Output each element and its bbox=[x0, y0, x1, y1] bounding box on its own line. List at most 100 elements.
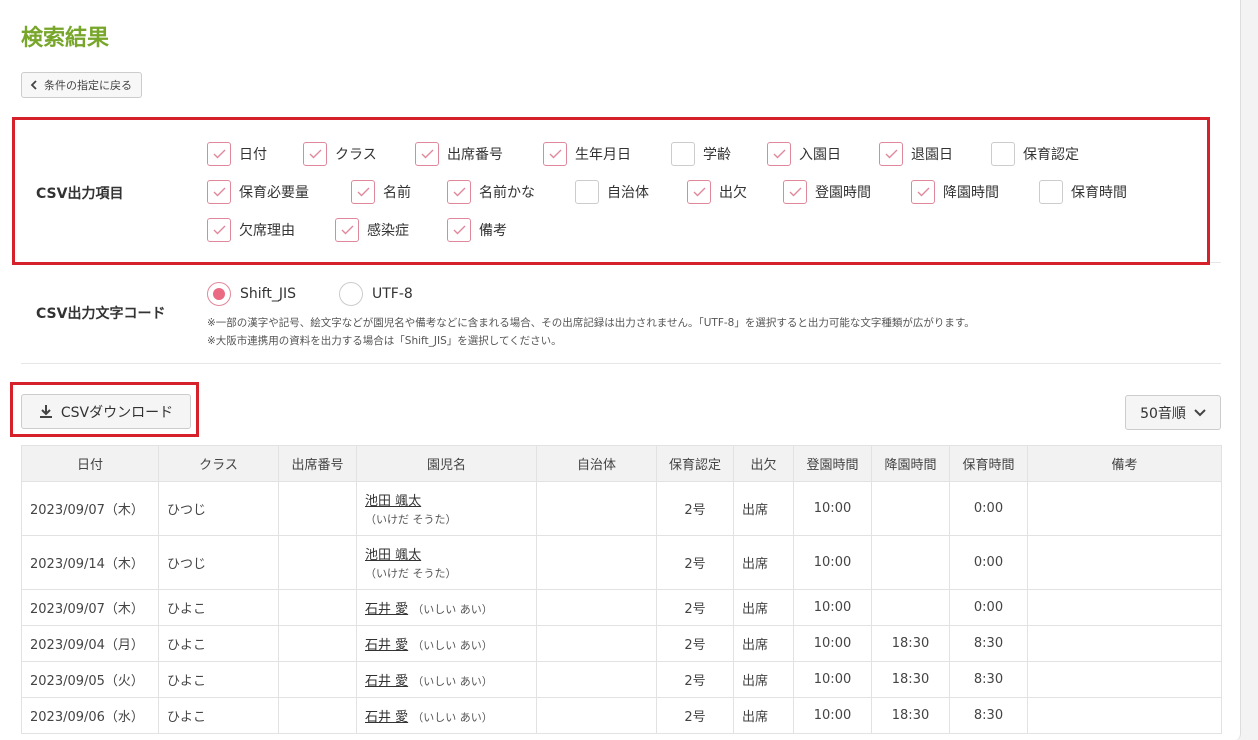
checkbox-empty-icon bbox=[1039, 180, 1063, 204]
csv-item-checkbox[interactable]: 学齢 bbox=[671, 142, 731, 166]
column-header: 降園時間 bbox=[871, 445, 950, 482]
csv-item-checkbox[interactable]: 欠席理由 bbox=[207, 218, 295, 242]
page-title: 検索結果 bbox=[21, 26, 110, 51]
cell-city bbox=[536, 661, 657, 698]
radio-dot bbox=[207, 282, 231, 306]
child-name-kana: （いしい あい） bbox=[412, 603, 493, 616]
child-name-link[interactable]: 池田 颯太 bbox=[365, 548, 421, 563]
cell-arrival-time: 10:00 bbox=[793, 697, 872, 734]
cell-certification: 2号 bbox=[656, 625, 734, 662]
checkbox-label: 入園日 bbox=[799, 147, 841, 163]
checkbox-label: 学齢 bbox=[703, 147, 731, 163]
encoding-note-2: ※大阪市連携用の資料を出力する場合は「Shift_JIS」を選択してください。 bbox=[207, 335, 562, 347]
child-name-link[interactable]: 石井 愛 bbox=[365, 674, 408, 689]
csv-item-checkbox[interactable]: 出席番号 bbox=[415, 142, 503, 166]
checkbox-label: 感染症 bbox=[367, 223, 409, 239]
cell-departure-time: 18:30 bbox=[871, 697, 950, 734]
table-body: 2023/09/07（木） ひつじ 池田 颯太 （いけだ そうた） 2号 出席 10:00 0… bbox=[21, 481, 1222, 734]
csv-item-checkbox[interactable]: クラス bbox=[303, 142, 377, 166]
main-panel: 検索結果 条件の指定に戻る CSV出力項目 日付 クラス 出席番号 生年月日 学齢 入園日… bbox=[0, 0, 1241, 740]
csv-download-button[interactable]: CSVダウンロード bbox=[21, 394, 191, 429]
csv-item-checkbox[interactable]: 出欠 bbox=[687, 180, 747, 204]
checkbox-label: 降園時間 bbox=[943, 185, 999, 201]
csv-item-checkbox[interactable]: 保育必要量 bbox=[207, 180, 309, 204]
checkbox-label: 退園日 bbox=[911, 147, 953, 163]
checkbox-label: 欠席理由 bbox=[239, 223, 295, 239]
cell-note bbox=[1027, 481, 1222, 536]
cell-attendance: 出席 bbox=[733, 481, 794, 536]
cell-arrival-time: 10:00 bbox=[793, 661, 872, 698]
cell-care-hours: 8:30 bbox=[949, 697, 1028, 734]
cell-certification: 2号 bbox=[656, 481, 734, 536]
checkbox-checked-icon bbox=[335, 218, 359, 242]
cell-note bbox=[1027, 535, 1222, 590]
cell-name: 石井 愛 （いしい あい） bbox=[356, 625, 537, 662]
csv-item-checkbox[interactable]: 感染症 bbox=[335, 218, 409, 242]
cell-date: 2023/09/05（火） bbox=[21, 661, 159, 698]
cell-note bbox=[1027, 661, 1222, 698]
back-button-label: 条件の指定に戻る bbox=[44, 79, 132, 92]
cell-departure-time: 18:30 bbox=[871, 661, 950, 698]
checkbox-checked-icon bbox=[879, 142, 903, 166]
cell-date: 2023/09/06（水） bbox=[21, 697, 159, 734]
csv-item-checkbox[interactable]: 降園時間 bbox=[911, 180, 999, 204]
checkbox-label: 生年月日 bbox=[575, 147, 631, 163]
table-row: 2023/09/07（木） ひつじ 池田 颯太 （いけだ そうた） 2号 出席 10:00 0… bbox=[21, 481, 1222, 536]
cell-certification: 2号 bbox=[656, 661, 734, 698]
csv-item-checkbox[interactable]: 入園日 bbox=[767, 142, 841, 166]
csv-item-checkbox[interactable]: 名前 bbox=[351, 180, 411, 204]
encoding-note-1: ※一部の漢字や記号、絵文字などが園児名や備考などに含まれる場合、その出席記録は出… bbox=[207, 317, 975, 329]
cell-number bbox=[278, 661, 357, 698]
checkbox-checked-icon bbox=[783, 180, 807, 204]
csv-item-checkbox[interactable]: 備考 bbox=[447, 218, 507, 242]
checkbox-label: 出席番号 bbox=[447, 147, 503, 163]
cell-date: 2023/09/04（月） bbox=[21, 625, 159, 662]
radio-shift-jis[interactable]: Shift_JIS bbox=[207, 282, 296, 306]
divider bbox=[21, 363, 1221, 364]
sort-dropdown[interactable]: 50音順 bbox=[1125, 395, 1221, 430]
cell-class: ひよこ bbox=[158, 625, 279, 662]
chevron-left-icon bbox=[30, 80, 37, 90]
checkbox-checked-icon bbox=[543, 142, 567, 166]
cell-name: 池田 颯太 （いけだ そうた） bbox=[356, 535, 537, 590]
checkbox-label: 保育必要量 bbox=[239, 185, 309, 201]
cell-departure-time: 18:30 bbox=[871, 625, 950, 662]
child-name-link[interactable]: 池田 颯太 bbox=[365, 494, 421, 509]
cell-arrival-time: 10:00 bbox=[793, 535, 872, 590]
csv-item-checkbox[interactable]: 日付 bbox=[207, 142, 267, 166]
child-name-kana: （いけだ そうた） bbox=[365, 513, 457, 526]
csv-item-checkbox[interactable]: 生年月日 bbox=[543, 142, 631, 166]
cell-note bbox=[1027, 697, 1222, 734]
table-row: 2023/09/05（火） ひよこ 石井 愛 （いしい あい） 2号 出席 10:00 18… bbox=[21, 661, 1222, 698]
column-header: 出席番号 bbox=[278, 445, 357, 482]
checkbox-checked-icon bbox=[767, 142, 791, 166]
child-name-link[interactable]: 石井 愛 bbox=[365, 602, 408, 617]
cell-name: 池田 颯太 （いけだ そうた） bbox=[356, 481, 537, 536]
csv-item-checkbox[interactable]: 登園時間 bbox=[783, 180, 871, 204]
cell-care-hours: 0:00 bbox=[949, 589, 1028, 626]
results-table: 日付 クラス 出席番号 園児名 自治体 保育認定 出欠 登園時間 降園時間 保育時間 備考 2023… bbox=[21, 445, 1222, 734]
cell-note bbox=[1027, 589, 1222, 626]
checkbox-checked-icon bbox=[303, 142, 327, 166]
back-to-conditions-button[interactable]: 条件の指定に戻る bbox=[21, 72, 142, 98]
child-name-link[interactable]: 石井 愛 bbox=[365, 638, 408, 653]
cell-number bbox=[278, 589, 357, 626]
cell-number bbox=[278, 535, 357, 590]
cell-class: ひよこ bbox=[158, 697, 279, 734]
csv-item-checkbox[interactable]: 自治体 bbox=[575, 180, 649, 204]
checkbox-label: 日付 bbox=[239, 147, 267, 163]
csv-item-checkbox[interactable]: 名前かな bbox=[447, 180, 535, 204]
cell-city bbox=[536, 625, 657, 662]
csv-item-checkbox[interactable]: 退園日 bbox=[879, 142, 953, 166]
cell-city bbox=[536, 535, 657, 590]
radio-utf8[interactable]: UTF-8 bbox=[339, 282, 413, 306]
cell-care-hours: 8:30 bbox=[949, 625, 1028, 662]
csv-item-checkbox[interactable]: 保育認定 bbox=[991, 142, 1079, 166]
column-header: 日付 bbox=[21, 445, 159, 482]
cell-class: ひよこ bbox=[158, 589, 279, 626]
csv-item-checkbox[interactable]: 保育時間 bbox=[1039, 180, 1127, 204]
cell-city bbox=[536, 697, 657, 734]
child-name-link[interactable]: 石井 愛 bbox=[365, 710, 408, 725]
checkbox-label: 保育認定 bbox=[1023, 147, 1079, 163]
child-name-kana: （いしい あい） bbox=[412, 711, 493, 724]
